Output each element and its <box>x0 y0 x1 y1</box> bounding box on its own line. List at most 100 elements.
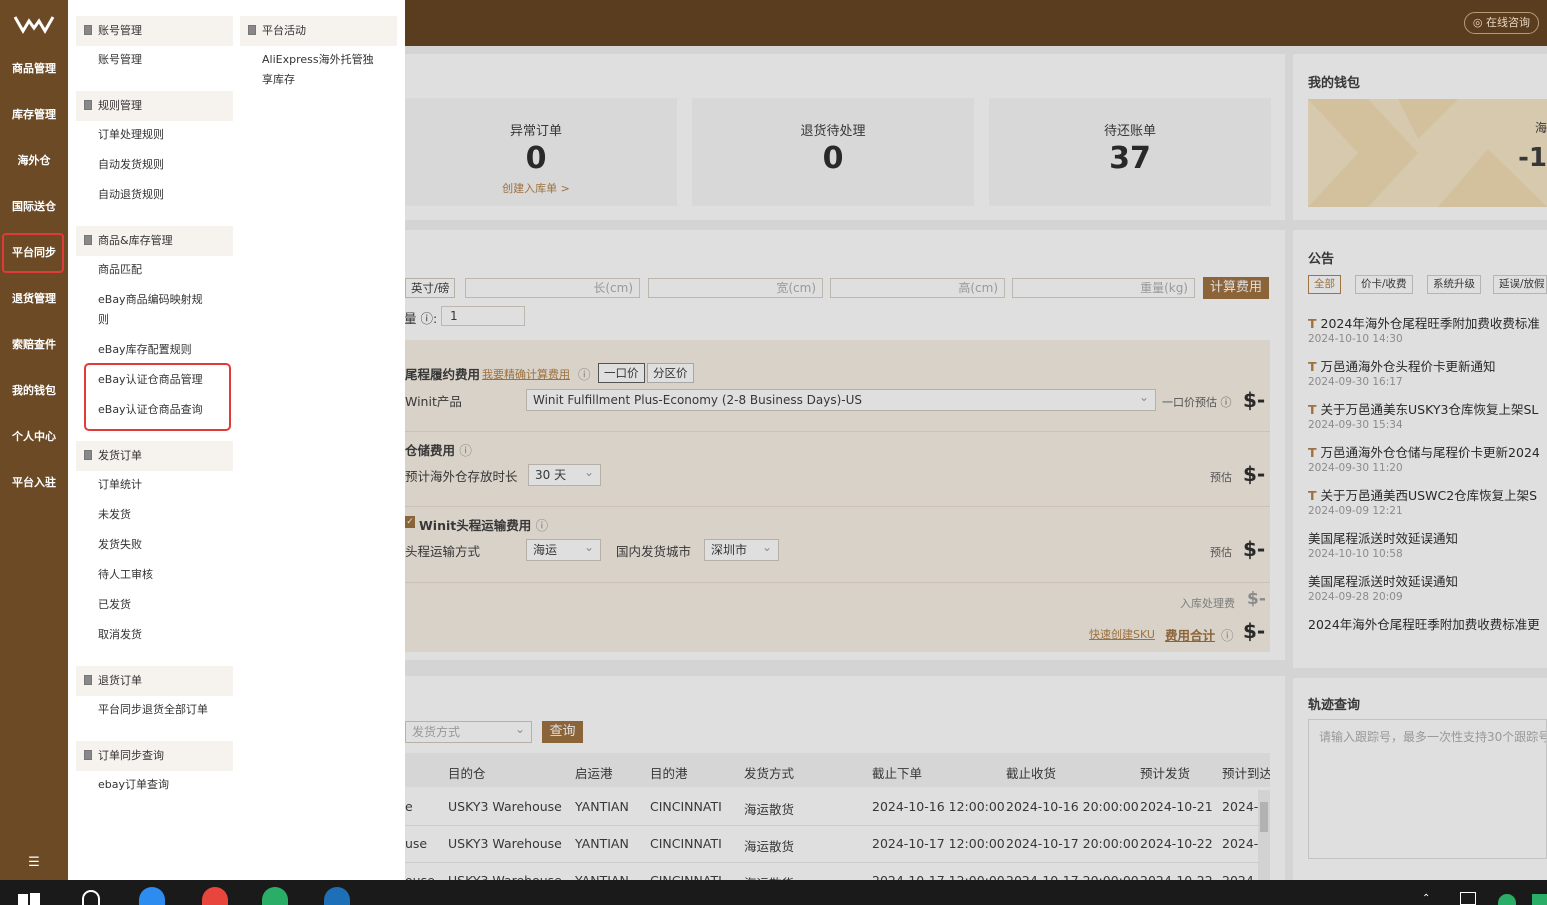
create-inbound-link[interactable]: 创建入库单 > <box>395 180 677 196</box>
rail-item-intl[interactable]: 国际送仓 <box>0 184 68 230</box>
menu-item[interactable]: 享库存 <box>262 70 295 90</box>
wallet-card[interactable]: 海 -1 <box>1308 99 1547 207</box>
menu-item[interactable]: eBay库存配置规则 <box>98 340 192 360</box>
menu-group-header: 平台活动 <box>240 16 397 46</box>
width-input[interactable]: 宽(cm) <box>648 278 823 298</box>
collapse-menu-icon[interactable]: ☰ <box>0 855 68 870</box>
ship-mode-select[interactable]: 发货方式 <box>405 719 532 743</box>
online-consult-button[interactable]: ◎ 在线咨询 <box>1463 12 1539 34</box>
col-dest-port: 目的港 <box>650 766 688 781</box>
notice-tab-all[interactable]: 全部 <box>1308 275 1341 294</box>
head-mode-select[interactable]: 海运 <box>526 537 601 561</box>
table-cell: USKY3 Warehouse <box>448 799 562 814</box>
table-scrollbar[interactable] <box>1258 790 1270 880</box>
wechat-icon[interactable] <box>262 887 288 905</box>
menu-item[interactable]: 平台同步退货全部订单 <box>98 700 208 720</box>
search-icon[interactable] <box>82 890 100 905</box>
highlight-box <box>84 363 231 431</box>
col-ship-mode: 发货方式 <box>744 766 795 781</box>
calc-cost-button[interactable]: 计算费用 <box>1203 277 1269 299</box>
browser-app-icon[interactable] <box>139 887 165 905</box>
price-zone-tab[interactable]: 分区价 <box>647 363 694 383</box>
logo-icon <box>13 16 55 34</box>
notice-tab-price[interactable]: 价卡/收费 <box>1355 275 1413 294</box>
notice-item[interactable]: 美国尾程派送时效延误通知 <box>1308 528 1458 547</box>
rail-item-product[interactable]: 商品管理 <box>0 46 68 92</box>
notice-item[interactable]: T 关于万邑通美东USKY3仓库恢复上架SL <box>1308 399 1538 418</box>
row-divider <box>405 862 1260 863</box>
notice-tab-upgrade[interactable]: 系统升级 <box>1427 275 1481 294</box>
head-fee-checkbox[interactable]: ✓ <box>405 516 415 528</box>
notice-date: 2024-10-10 14:30 <box>1308 333 1403 345</box>
windows-start-icon[interactable] <box>18 892 40 905</box>
rail-item-claims[interactable]: 索赔查件 <box>0 322 68 368</box>
chrome-icon[interactable] <box>202 887 228 905</box>
menu-item[interactable]: eBay商品编码映射规 <box>98 290 203 310</box>
price-fixed-tab[interactable]: 一口价 <box>598 363 645 383</box>
tray-app-icon[interactable] <box>1460 892 1476 905</box>
menu-item[interactable]: 发货失败 <box>98 535 142 555</box>
tray-wechat-icon[interactable] <box>1498 894 1516 905</box>
qty-input[interactable]: 1 <box>441 306 525 326</box>
wallet-title: 我的钱包 <box>1308 76 1361 91</box>
menu-group-header: 账号管理 <box>76 16 233 46</box>
quick-create-sku-link[interactable]: 快速创建SKU <box>1089 626 1155 642</box>
weight-input[interactable]: 重量(kg) <box>1012 278 1195 298</box>
document-icon <box>84 450 92 460</box>
precise-calc-link[interactable]: 我要精确计算费用 <box>482 366 570 382</box>
storage-days-select[interactable]: 30 天 <box>528 462 601 486</box>
rail-item-inventory[interactable]: 库存管理 <box>0 92 68 138</box>
rail-item-returns[interactable]: 退货管理 <box>0 276 68 322</box>
tray-chevron-icon[interactable]: ⌃ <box>1422 893 1430 904</box>
menu-item[interactable]: 已发货 <box>98 595 131 615</box>
city-select[interactable]: 深圳市 <box>704 537 779 561</box>
notice-item[interactable]: 2024年海外仓尾程旺季附加费收费标准更 <box>1308 614 1540 633</box>
stat-label: 待还账单 <box>1103 124 1156 139</box>
rail-item-overseas[interactable]: 海外仓 <box>0 138 68 184</box>
menu-item[interactable]: AliExpress海外托管独 <box>262 50 374 70</box>
notice-tab-delay[interactable]: 延误/放假 <box>1493 275 1547 294</box>
notice-item[interactable]: T 2024年海外仓尾程旺季附加费收费标准 <box>1308 313 1540 332</box>
tray-wechat2-icon[interactable] <box>1532 894 1547 905</box>
stat-label: 异常订单 <box>509 124 562 139</box>
os-taskbar: ⌃ <box>0 880 1547 905</box>
stat-returns-pending[interactable]: 退货待处理 0 <box>692 98 974 206</box>
menu-item[interactable]: 则 <box>98 310 109 330</box>
menu-item[interactable]: 自动退货规则 <box>98 185 164 205</box>
rail-item-onboard[interactable]: 平台入驻 <box>0 460 68 506</box>
stat-value: 0 <box>525 141 547 176</box>
brand-logo[interactable] <box>0 0 68 48</box>
rail-item-profile[interactable]: 个人中心 <box>0 414 68 460</box>
query-button[interactable]: 查询 <box>542 721 583 743</box>
notice-item[interactable]: T 关于万邑通美西USWC2仓库恢复上架S <box>1308 485 1537 504</box>
menu-item[interactable]: 待人工审核 <box>98 565 153 585</box>
notice-item[interactable]: 美国尾程派送时效延误通知 <box>1308 571 1458 590</box>
menu-item[interactable]: 自动发货规则 <box>98 155 164 175</box>
notice-item[interactable]: T 万邑通海外仓仓储与尾程价卡更新2024 <box>1308 442 1540 461</box>
app-icon[interactable] <box>324 887 350 905</box>
rail-item-wallet[interactable]: 我的钱包 <box>0 368 68 414</box>
stat-bills-due[interactable]: 待还账单 37 <box>989 98 1271 206</box>
menu-item[interactable]: 未发货 <box>98 505 131 525</box>
menu-group-header: 规则管理 <box>76 91 233 121</box>
notice-title-text: 万邑通海外仓仓储与尾程价卡更新2024 <box>1320 445 1540 460</box>
stat-abnormal-orders[interactable]: 异常订单 0 创建入库单 > <box>395 98 677 206</box>
menu-item[interactable]: 取消发货 <box>98 625 142 645</box>
menu-item[interactable]: ebay订单查询 <box>98 775 169 795</box>
track-input[interactable]: 请输入跟踪号，最多一次性支持30个跟踪号 <box>1308 719 1547 859</box>
height-input[interactable]: 高(cm) <box>830 278 1005 298</box>
rail-item-platform-sync[interactable]: 平台同步 <box>0 230 68 276</box>
storage-fee-amount: $- <box>1243 462 1266 486</box>
table-cell: 2024-10-17 12:00:00 <box>872 836 1005 851</box>
table-cell: 2024- <box>1222 799 1258 814</box>
menu-item[interactable]: 商品匹配 <box>98 260 142 280</box>
menu-item[interactable]: 订单统计 <box>98 475 142 495</box>
menu-item[interactable]: 订单处理规则 <box>98 125 164 145</box>
notice-item[interactable]: T 万邑通海外仓头程价卡更新通知 <box>1308 356 1496 375</box>
table-cell: 2024-10-21 <box>1140 799 1213 814</box>
product-select[interactable]: Winit Fulfillment Plus-Economy (2-8 Busi… <box>526 387 1156 411</box>
length-input[interactable]: 长(cm) <box>465 278 640 298</box>
unit-toggle[interactable]: 英寸/磅 <box>405 278 456 298</box>
menu-item[interactable]: 账号管理 <box>98 50 142 70</box>
notice-title: 公告 <box>1308 252 1335 267</box>
